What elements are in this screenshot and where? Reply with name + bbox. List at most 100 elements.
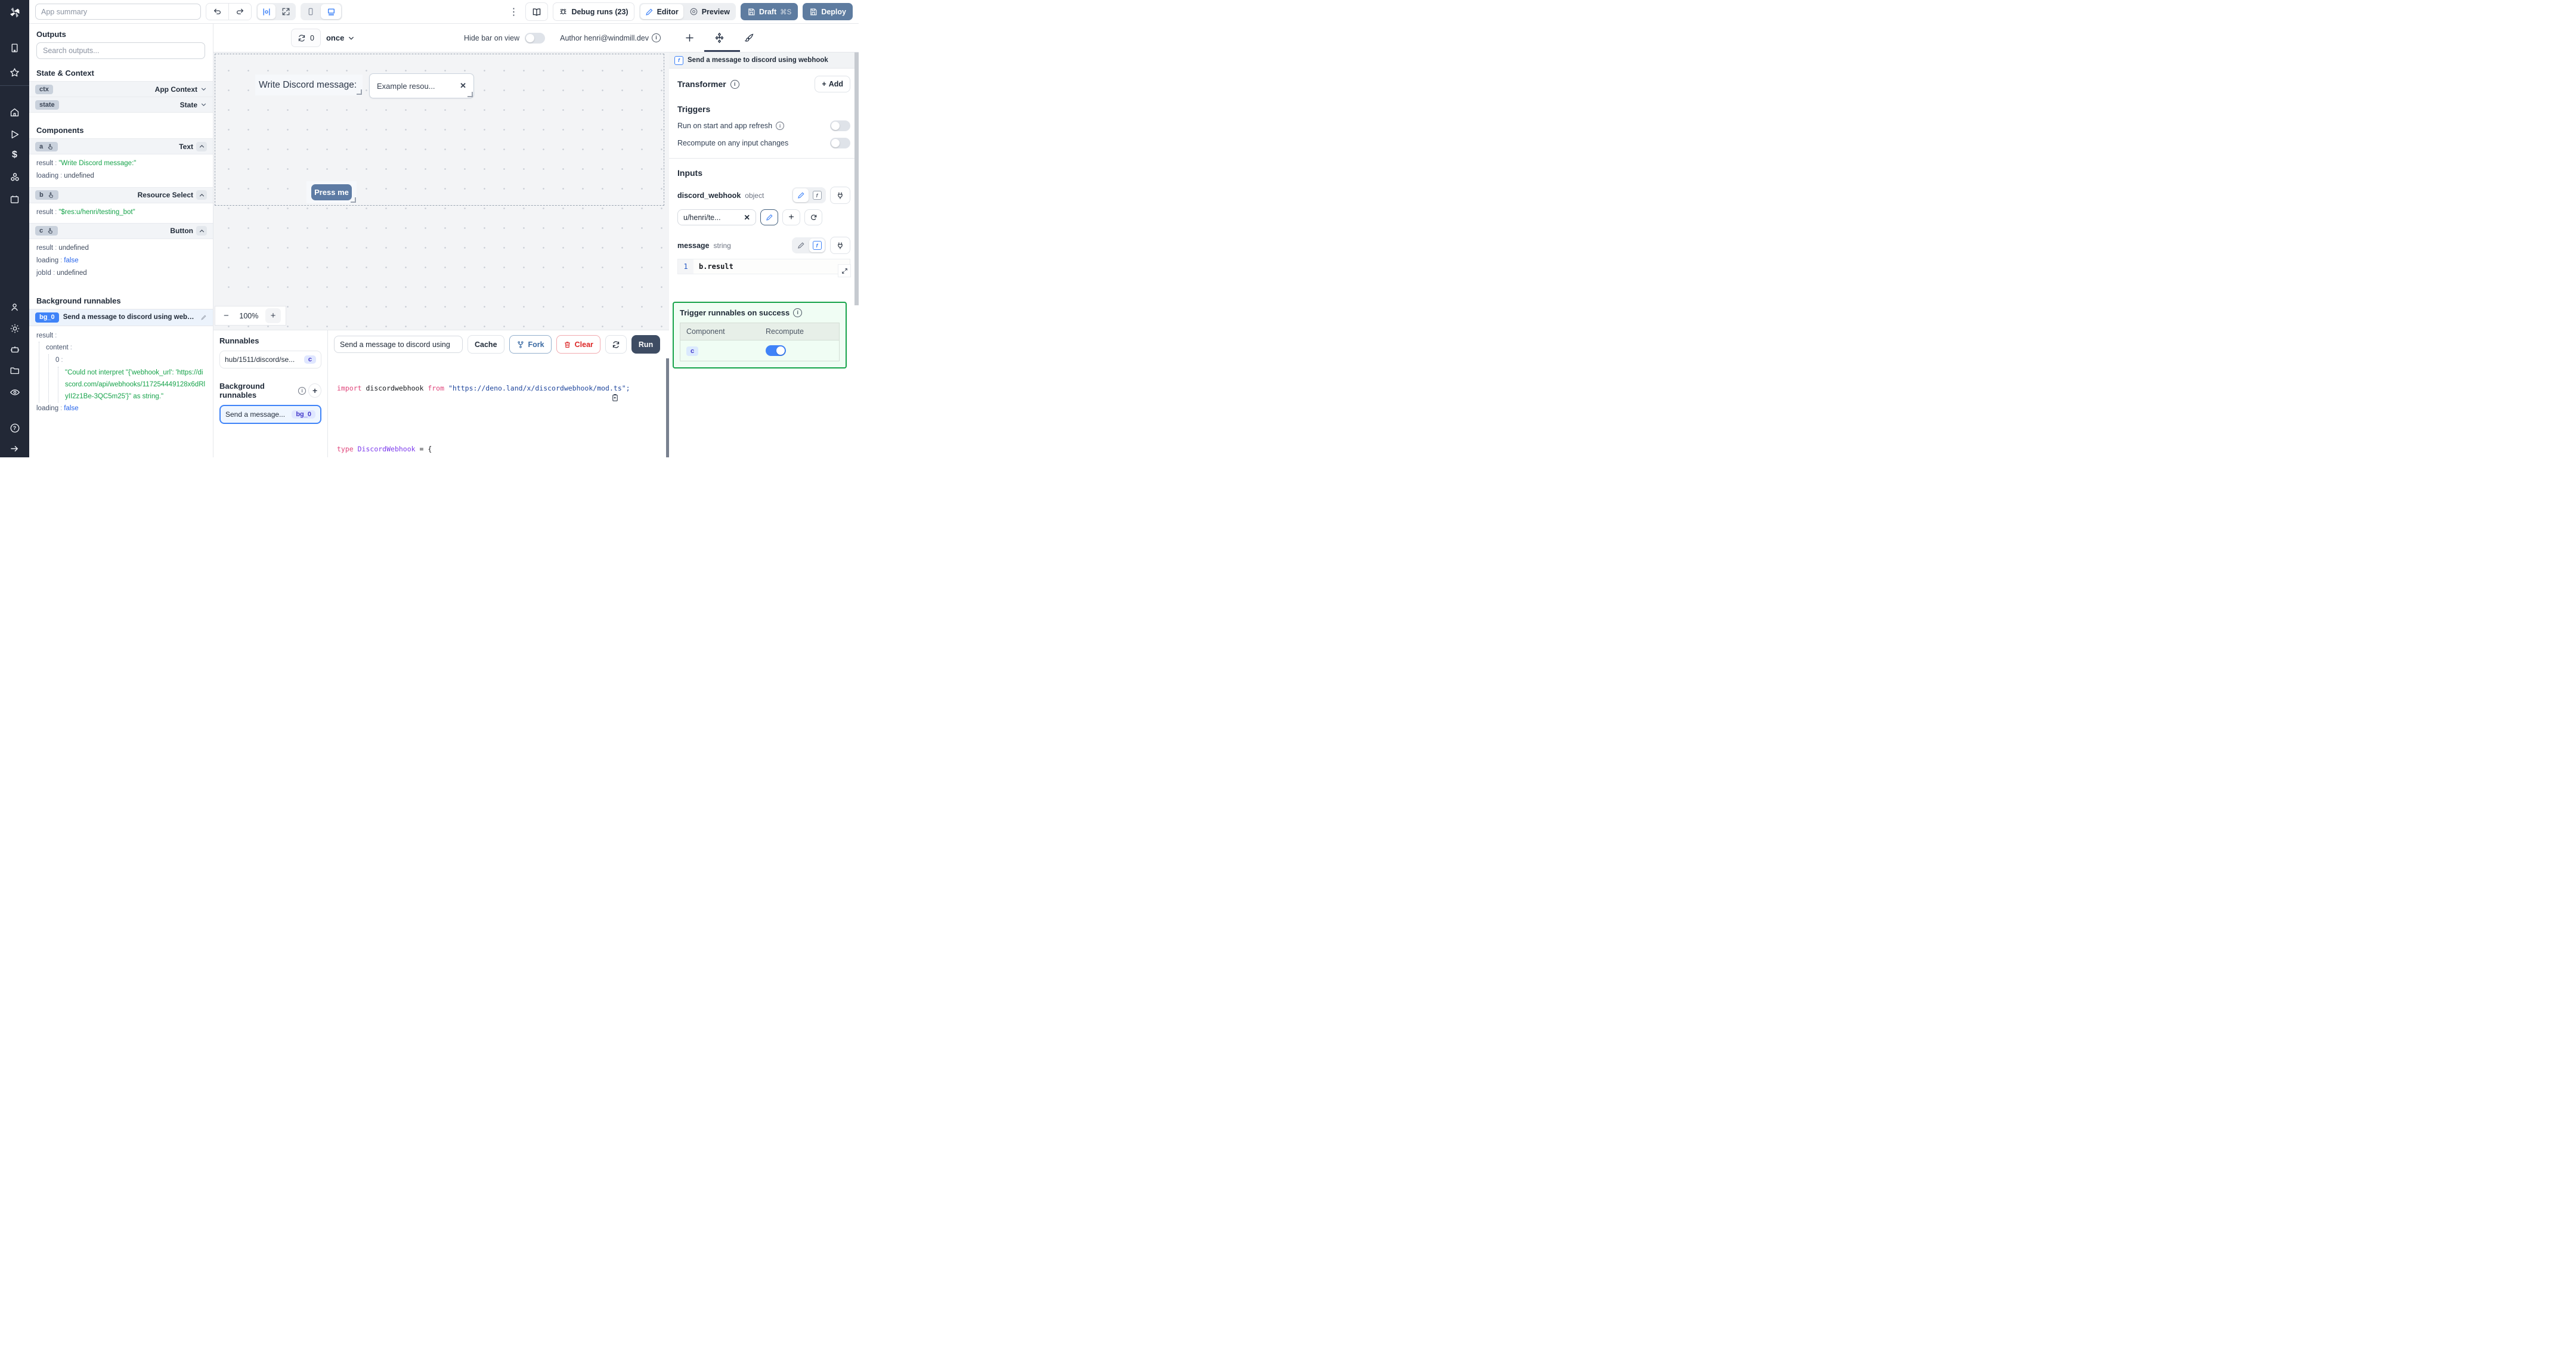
static-mode-button[interactable] bbox=[793, 239, 809, 252]
bg0-row[interactable]: bg_0 Send a message to discord using web… bbox=[29, 308, 213, 326]
resize-handle[interactable] bbox=[467, 92, 473, 97]
windmill-logo[interactable] bbox=[0, 0, 29, 25]
more-options-menu[interactable]: ⋮ bbox=[506, 6, 521, 18]
app-canvas[interactable]: Write Discord message: Example resou... … bbox=[213, 52, 669, 330]
resize-handle[interactable] bbox=[357, 89, 362, 95]
add-background-runnable-button[interactable]: + bbox=[308, 383, 321, 398]
undo-button[interactable] bbox=[206, 4, 228, 20]
code-editor[interactable]: import discordwebhook from "https://deno… bbox=[328, 358, 669, 457]
connect-plug-button[interactable] bbox=[830, 237, 850, 254]
runs-icon[interactable] bbox=[0, 125, 29, 143]
message-field-header: message string f bbox=[677, 237, 850, 254]
edit-pencil-icon[interactable] bbox=[200, 314, 207, 321]
refresh-resource-button[interactable] bbox=[804, 209, 822, 225]
script-name-input[interactable]: Send a message to discord using bbox=[334, 336, 463, 353]
fork-button[interactable]: Fork bbox=[509, 335, 552, 354]
user-icon[interactable] bbox=[0, 298, 29, 316]
message-expression-editor[interactable]: 1 b.result bbox=[677, 259, 851, 277]
text-component[interactable]: Write Discord message: bbox=[255, 75, 363, 95]
home-icon[interactable] bbox=[0, 103, 29, 121]
zoom-in-button[interactable]: + bbox=[265, 308, 281, 323]
chevron-up-icon bbox=[199, 229, 204, 233]
collapse-arrow-icon[interactable] bbox=[0, 439, 29, 457]
tab-editor[interactable]: Editor bbox=[640, 4, 683, 19]
hide-bar-toggle[interactable] bbox=[525, 32, 546, 44]
component-row-a[interactable]: a Text bbox=[29, 138, 213, 154]
help-icon[interactable]: ? bbox=[0, 419, 29, 437]
resource-value-box[interactable]: u/henri/te... ✕ bbox=[677, 209, 756, 225]
output-row-state[interactable]: state State bbox=[29, 97, 213, 113]
resource-select-component[interactable]: Example resou... ✕ bbox=[369, 73, 474, 98]
runnable-item-c[interactable]: hub/1511/discord/se... c bbox=[219, 351, 321, 368]
component-row-b[interactable]: b Resource Select bbox=[29, 187, 213, 203]
zoom-out-button[interactable]: − bbox=[220, 310, 233, 321]
right-panel-scrollbar[interactable] bbox=[854, 52, 859, 305]
recompute-c-toggle[interactable] bbox=[766, 345, 786, 356]
info-icon[interactable]: i bbox=[776, 122, 785, 130]
variables-icon[interactable]: $ bbox=[0, 146, 29, 164]
collapse-b-button[interactable] bbox=[196, 190, 207, 200]
info-icon[interactable]: i bbox=[298, 386, 306, 395]
draft-button[interactable]: Draft ⌘S bbox=[740, 3, 798, 20]
folders-icon[interactable] bbox=[0, 362, 29, 380]
static-mode-button[interactable] bbox=[793, 188, 809, 202]
add-resource-button[interactable]: + bbox=[782, 209, 800, 225]
collapse-c-button[interactable] bbox=[196, 226, 207, 236]
fullwidth-layout-button[interactable] bbox=[277, 4, 295, 19]
tab-component-settings[interactable] bbox=[712, 29, 726, 47]
tab-styling[interactable] bbox=[742, 29, 756, 47]
mobile-view-button[interactable] bbox=[302, 4, 320, 19]
clear-select-icon[interactable]: ✕ bbox=[460, 81, 466, 91]
info-icon[interactable]: i bbox=[730, 79, 739, 89]
connect-plug-button[interactable] bbox=[830, 187, 850, 204]
clear-button[interactable]: Clear bbox=[556, 335, 600, 354]
deploy-button[interactable]: Deploy bbox=[803, 3, 853, 20]
desktop-icon bbox=[327, 8, 335, 16]
refresh-count-button[interactable]: 0 bbox=[291, 29, 321, 47]
output-row-ctx[interactable]: ctx App Context bbox=[29, 81, 213, 97]
docs-button[interactable] bbox=[525, 2, 549, 21]
desktop-view-button[interactable] bbox=[321, 4, 341, 19]
add-transformer-button[interactable]: + Add bbox=[815, 76, 850, 92]
function-icon: f bbox=[812, 191, 822, 200]
app-summary-input[interactable] bbox=[35, 4, 201, 20]
resources-icon[interactable] bbox=[0, 168, 29, 186]
search-outputs-input[interactable] bbox=[36, 42, 205, 59]
press-me-button[interactable]: Press me bbox=[311, 184, 352, 200]
center-layout-button[interactable] bbox=[258, 4, 275, 19]
run-on-start-toggle[interactable] bbox=[830, 120, 850, 131]
workers-robot-icon[interactable] bbox=[0, 340, 29, 358]
component-row-c[interactable]: c Button bbox=[29, 222, 213, 239]
run-label: Run bbox=[638, 340, 654, 349]
audit-eye-icon[interactable] bbox=[0, 383, 29, 401]
cache-button[interactable]: Cache bbox=[467, 335, 504, 354]
redo-button[interactable] bbox=[228, 4, 251, 20]
resize-handle[interactable] bbox=[351, 197, 356, 203]
run-button[interactable]: Run bbox=[631, 335, 661, 354]
expand-editor-button[interactable] bbox=[838, 264, 851, 277]
info-icon[interactable]: i bbox=[793, 308, 803, 317]
tab-preview[interactable]: Preview bbox=[685, 4, 735, 19]
info-icon[interactable]: i bbox=[652, 33, 661, 42]
c-badge: c bbox=[35, 226, 58, 236]
runnable-item-bg0[interactable]: Send a message... bg_0 bbox=[219, 405, 321, 424]
tab-insert-component[interactable] bbox=[682, 29, 696, 47]
toggle-knob bbox=[831, 122, 840, 130]
favorites-star-icon[interactable] bbox=[0, 63, 29, 81]
debug-runs-button[interactable]: Debug runs (23) bbox=[553, 2, 634, 21]
eval-mode-button[interactable]: f bbox=[809, 239, 825, 252]
schedules-icon[interactable] bbox=[0, 190, 29, 208]
deploy-label: Deploy bbox=[821, 7, 846, 16]
collapse-a-button[interactable] bbox=[196, 141, 207, 151]
frequency-dropdown[interactable]: once bbox=[326, 33, 355, 42]
edit-resource-button[interactable] bbox=[760, 209, 778, 225]
recompute-toggle[interactable] bbox=[830, 138, 850, 148]
clear-resource-icon[interactable]: ✕ bbox=[744, 213, 750, 222]
eval-mode-button[interactable]: f bbox=[809, 188, 825, 202]
copy-code-button[interactable] bbox=[611, 373, 636, 423]
workspace-icon[interactable] bbox=[0, 39, 29, 57]
state-context-title: State & Context bbox=[36, 69, 94, 78]
settings-gear-icon[interactable] bbox=[0, 320, 29, 337]
save-icon bbox=[748, 8, 755, 15]
reload-code-button[interactable] bbox=[605, 335, 627, 354]
